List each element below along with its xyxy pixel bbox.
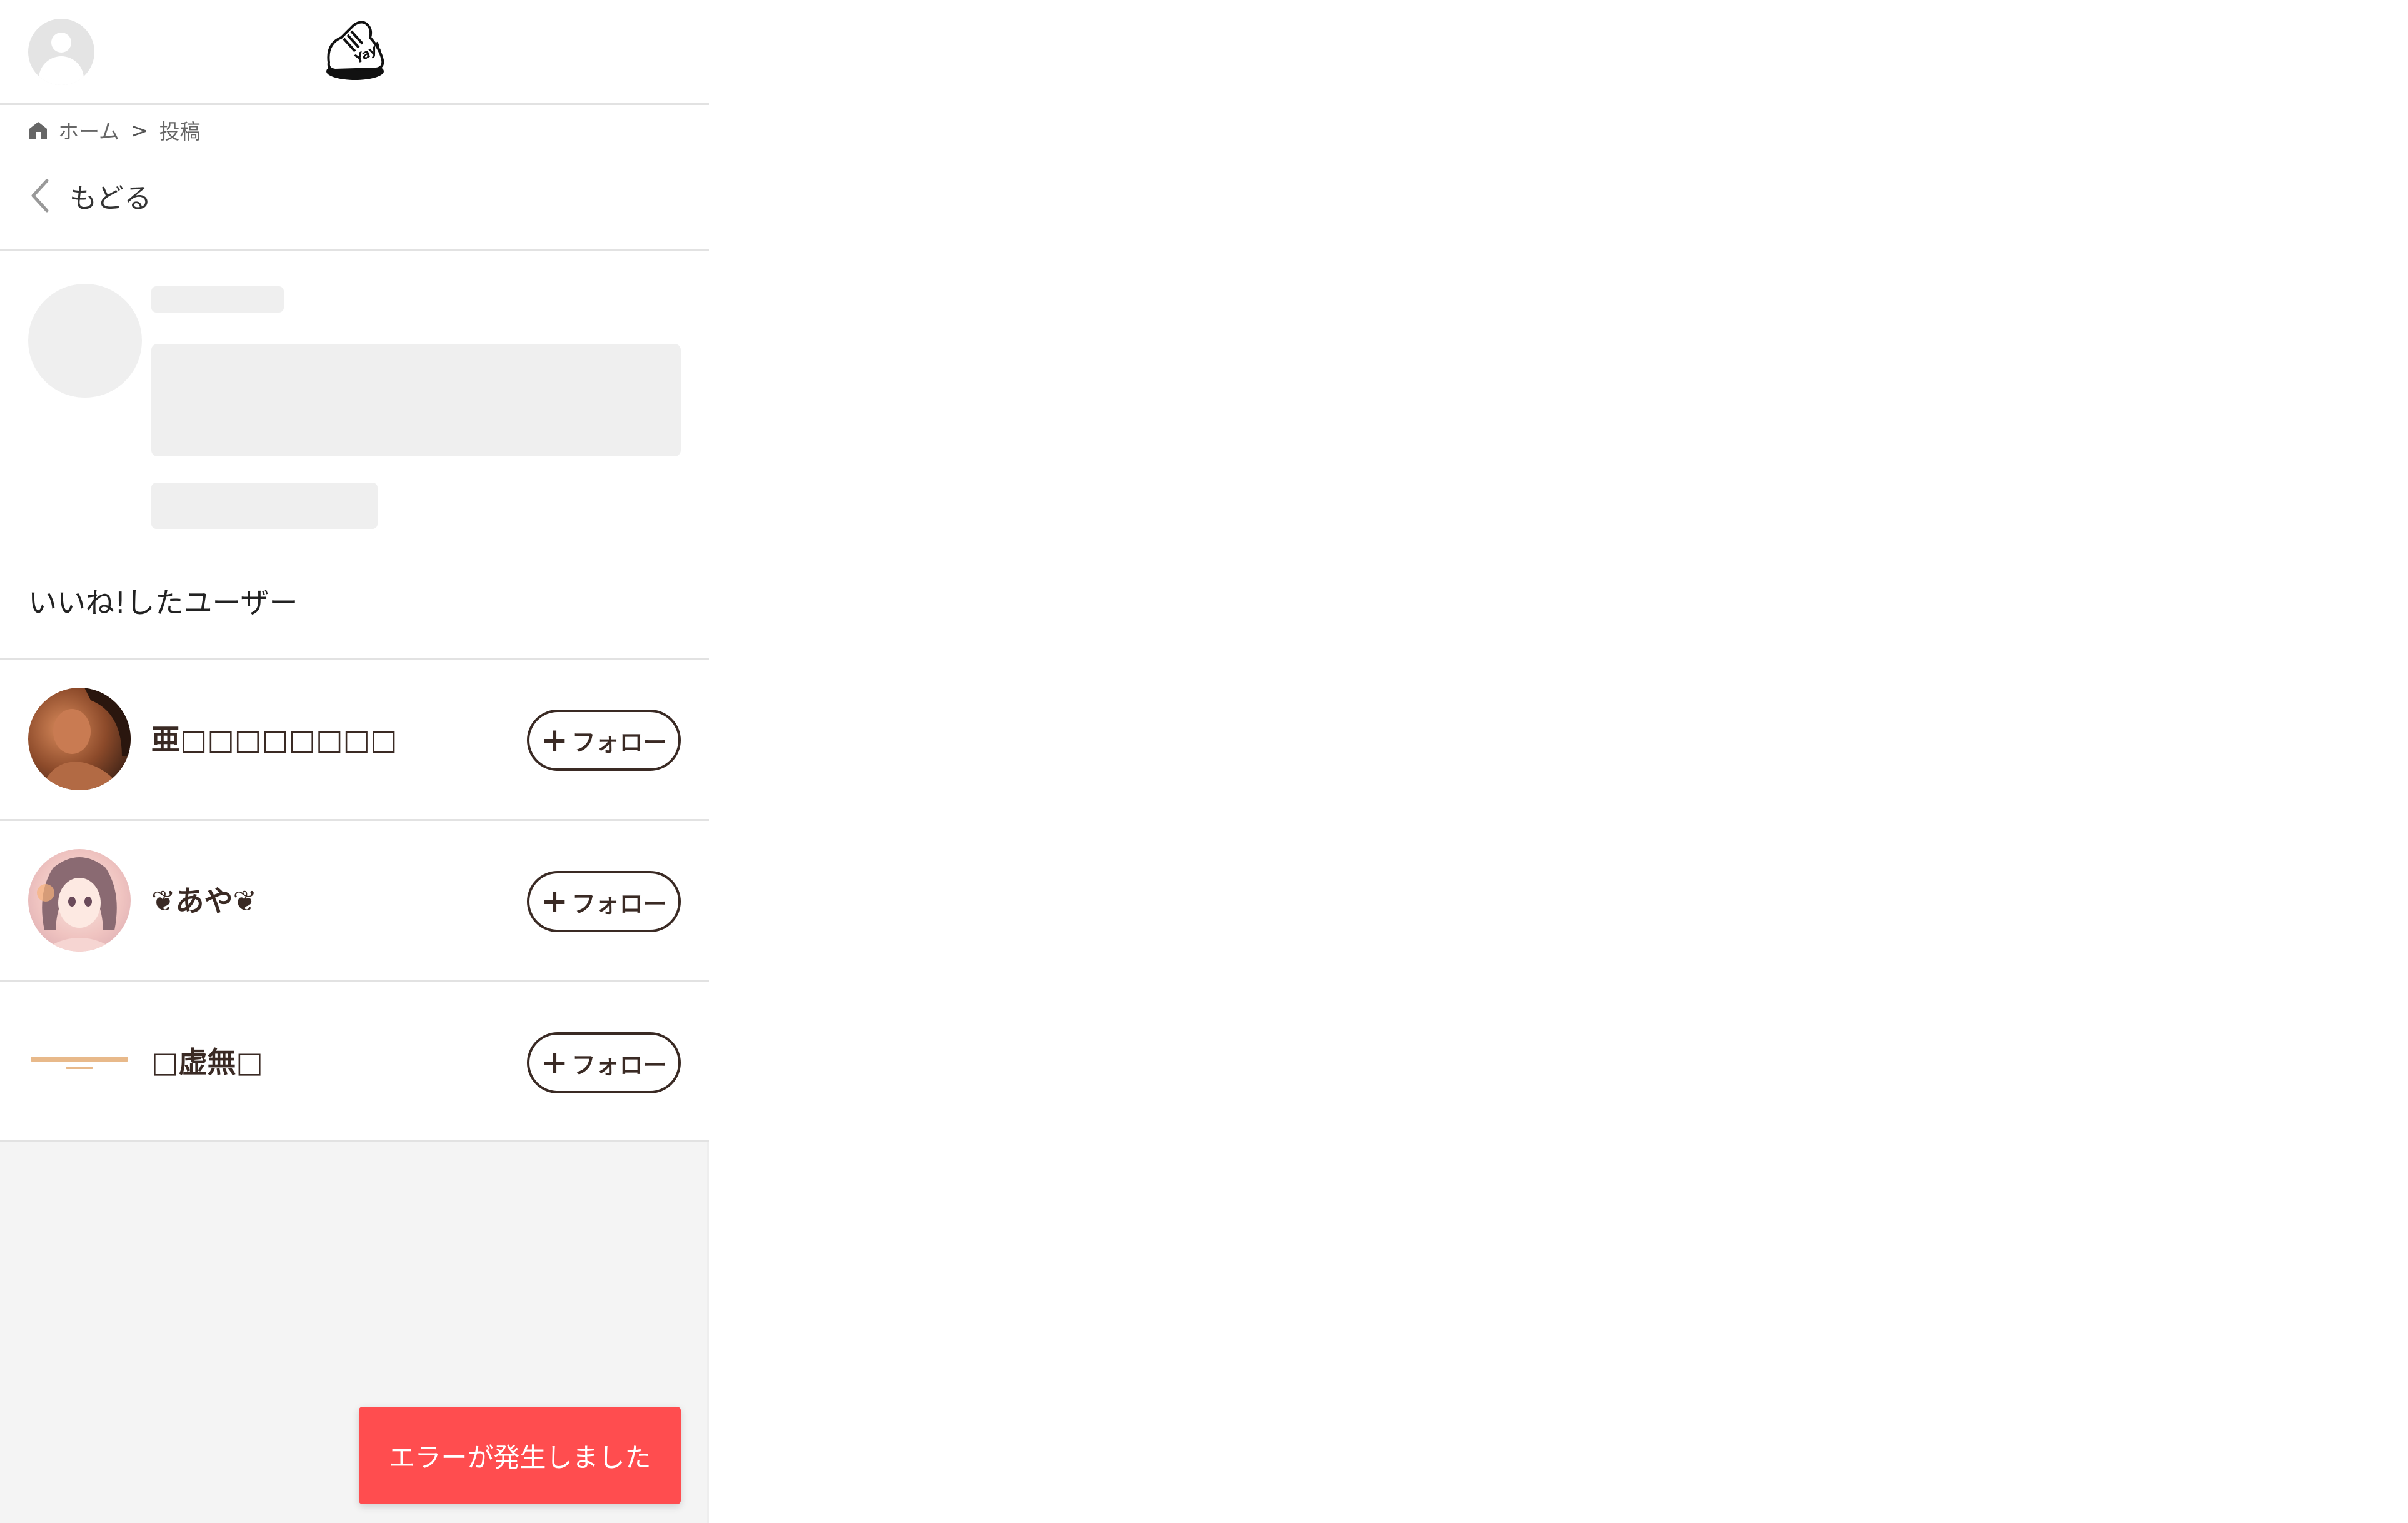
- chevron-left-icon: [31, 179, 49, 213]
- app-panel: Yay! ホーム > 投稿 もどる いいね!したユーザー 亜□□□□□□□□ +…: [0, 0, 709, 1523]
- list-item[interactable]: □虚無□ + フォロー: [0, 980, 709, 1142]
- user-avatar-icon[interactable]: [28, 19, 94, 85]
- skeleton-post-meta: [151, 483, 378, 529]
- main-content: ホーム > 投稿 もどる いいね!したユーザー 亜□□□□□□□□ + フォロー…: [0, 105, 709, 1142]
- breadcrumb-separator: >: [131, 118, 148, 143]
- breadcrumb-home[interactable]: ホーム: [58, 115, 119, 145]
- liked-users-title: いいね!したユーザー: [28, 586, 298, 620]
- user-avatar[interactable]: [28, 688, 131, 790]
- divider: [0, 249, 709, 251]
- plus-icon: +: [541, 883, 568, 920]
- back-label: もどる: [69, 183, 152, 214]
- follow-button[interactable]: + フォロー: [527, 710, 681, 771]
- user-avatar[interactable]: [28, 1010, 131, 1113]
- follow-label: フォロー: [571, 728, 667, 756]
- breadcrumb-current: 投稿: [159, 119, 201, 144]
- list-item[interactable]: 亜□□□□□□□□ + フォロー: [0, 658, 709, 819]
- liked-users-list: 亜□□□□□□□□ + フォロー ❦あや❦ + フォロー □虚無□ + フォロー: [0, 658, 709, 1142]
- user-avatar[interactable]: [28, 849, 131, 952]
- error-toast[interactable]: エラーが発生しました: [359, 1407, 681, 1504]
- follow-label: フォロー: [571, 890, 667, 918]
- user-name[interactable]: 亜□□□□□□□□: [151, 717, 398, 758]
- user-name[interactable]: ❦あや❦: [151, 878, 257, 920]
- plus-icon: +: [541, 1044, 568, 1082]
- top-header: Yay!: [0, 0, 709, 105]
- user-name[interactable]: □虚無□: [151, 1040, 263, 1081]
- skeleton-avatar: [28, 284, 142, 398]
- plus-icon: +: [541, 721, 568, 759]
- skeleton-username: [151, 286, 284, 313]
- follow-button[interactable]: + フォロー: [527, 1032, 681, 1093]
- list-item[interactable]: ❦あや❦ + フォロー: [0, 819, 709, 980]
- skeleton-post-body: [151, 344, 681, 456]
- breadcrumb: ホーム > 投稿: [28, 116, 201, 144]
- back-button[interactable]: もどる: [28, 174, 151, 218]
- home-icon[interactable]: [28, 120, 48, 140]
- follow-button[interactable]: + フォロー: [527, 871, 681, 932]
- yay-logo-icon[interactable]: Yay!: [320, 19, 389, 84]
- follow-label: フォロー: [571, 1051, 667, 1079]
